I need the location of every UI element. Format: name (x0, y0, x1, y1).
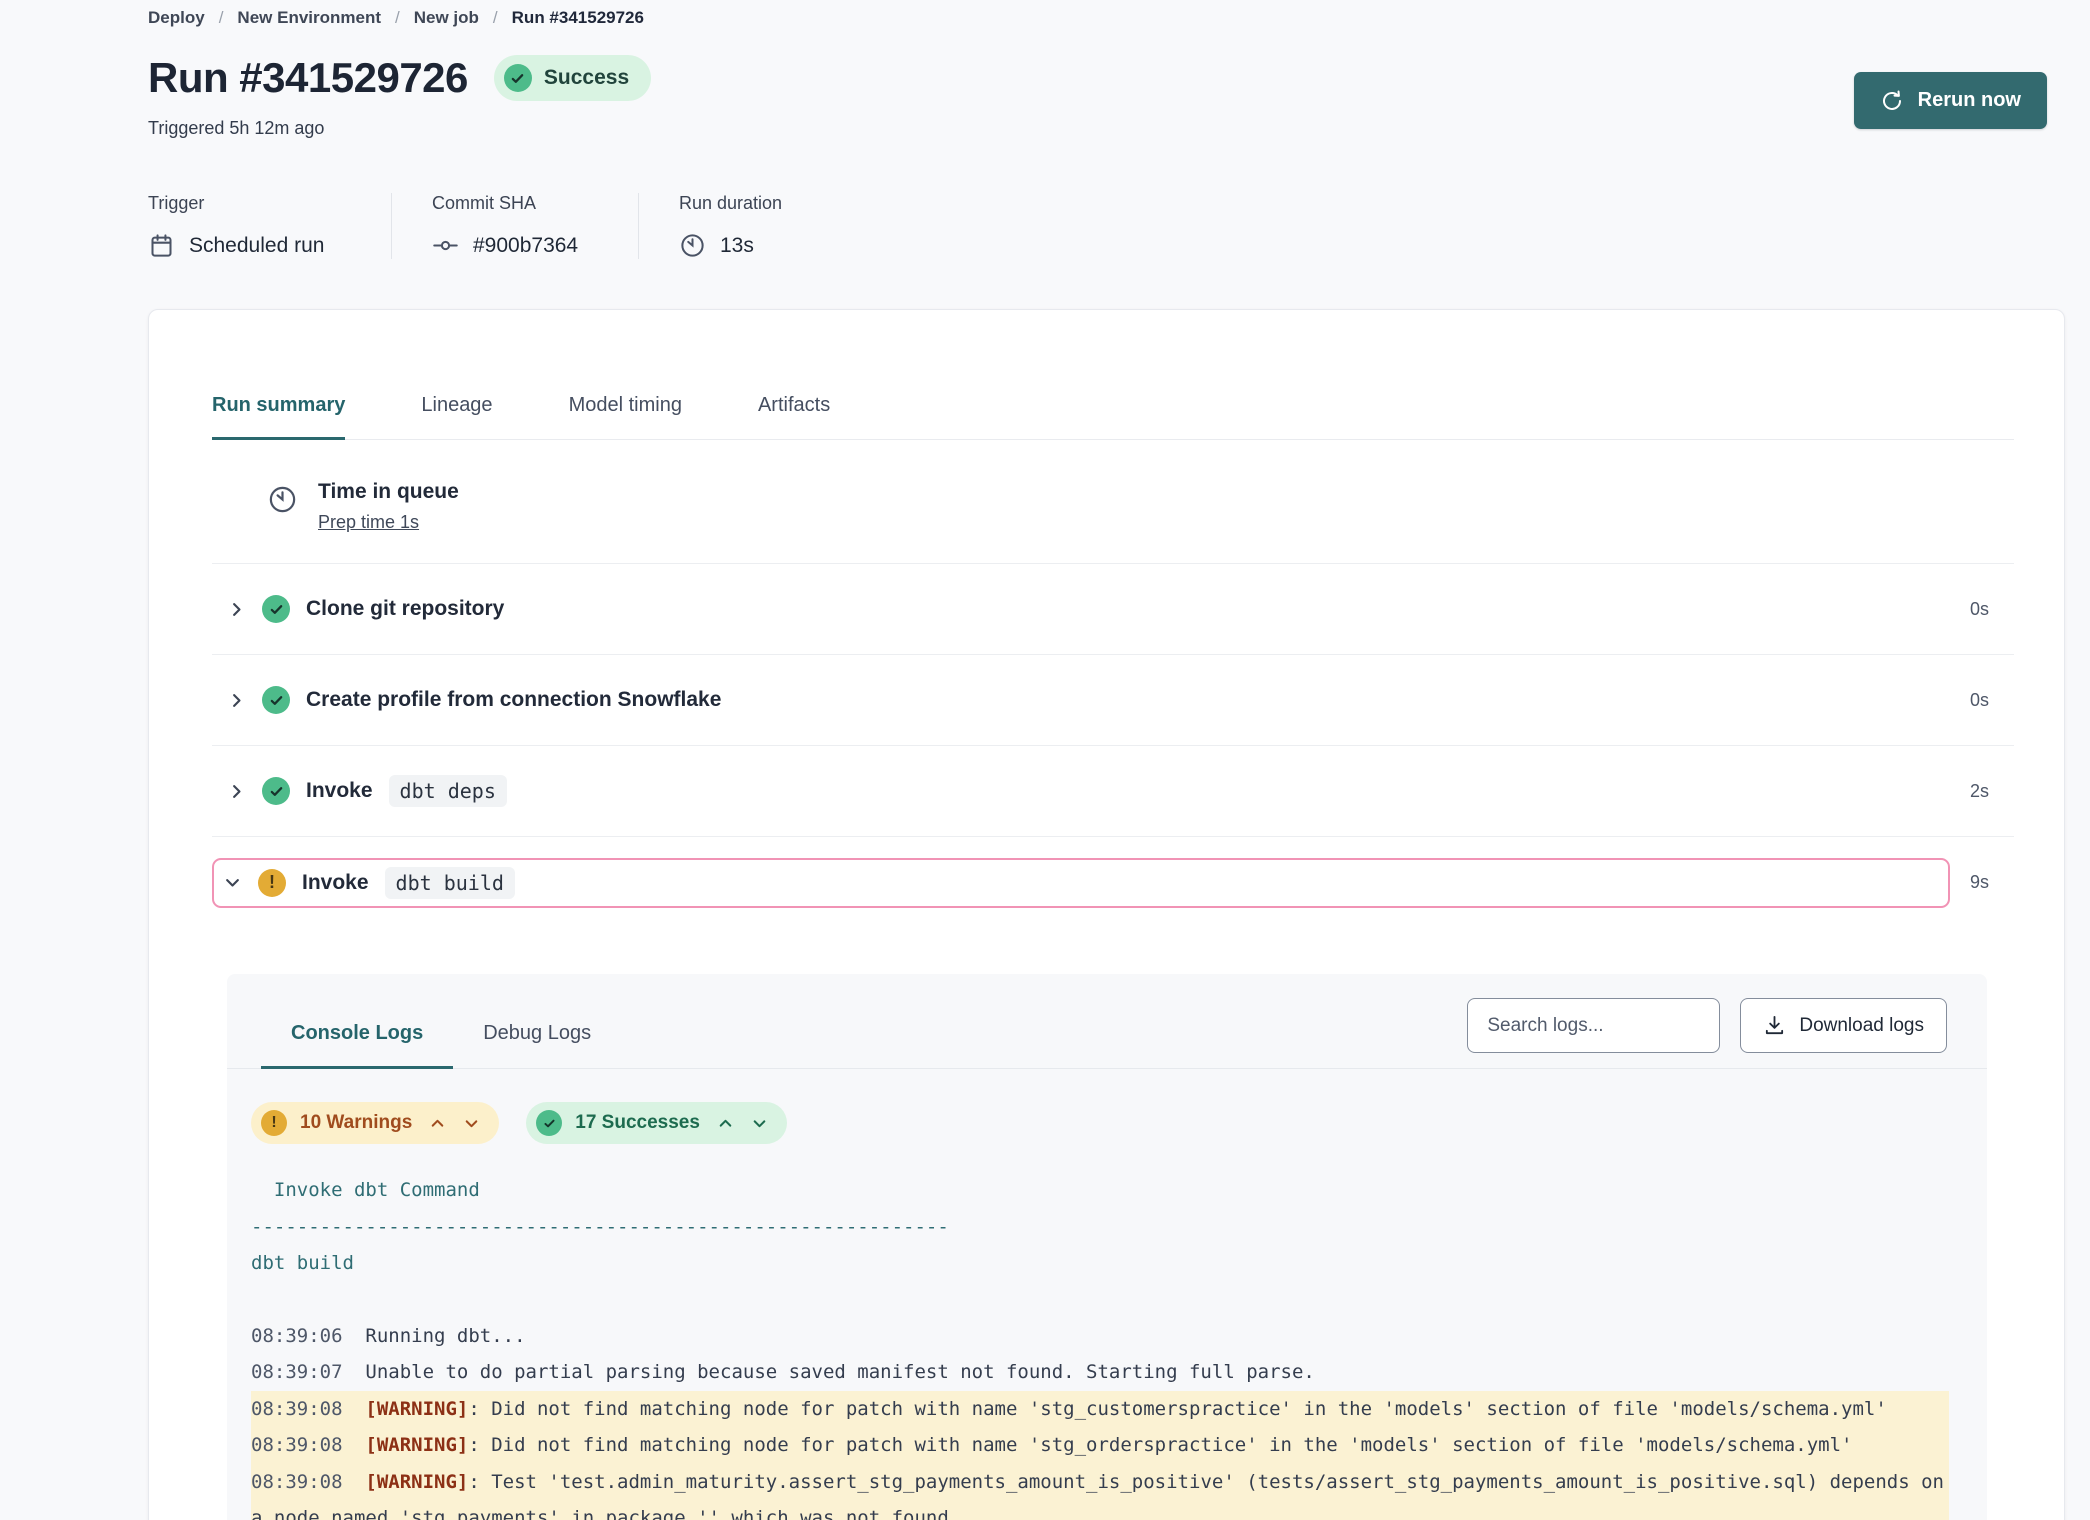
clock-icon (679, 232, 706, 259)
commit-label: Commit SHA (432, 193, 598, 214)
success-check-icon (262, 777, 290, 805)
run-tabs: Run summary Lineage Model timing Artifac… (212, 394, 2014, 440)
run-duration-value: 13s (720, 234, 754, 258)
breadcrumb: Deploy / New Environment / New job / Run… (148, 6, 2065, 28)
step-duration: 2s (1950, 781, 1989, 802)
log-line-warning: 08:39:08 [WARNING]: Did not find matchin… (251, 1427, 1949, 1464)
step-row-dbt-build[interactable]: ! Invoke dbt build 9s (212, 837, 2014, 928)
run-summary-card: Run summary Lineage Model timing Artifac… (148, 309, 2065, 1520)
commit-icon (432, 232, 459, 259)
warning-icon: ! (258, 869, 286, 897)
step-command-chip: dbt deps (389, 775, 507, 807)
trigger-value: Scheduled run (189, 234, 324, 258)
download-icon (1763, 1014, 1786, 1037)
breadcrumb-separator: / (395, 8, 400, 28)
step-row-create-profile[interactable]: Create profile from connection Snowflake… (212, 655, 2014, 746)
success-check-icon (262, 595, 290, 623)
step-label: Create profile from connection Snowflake (306, 688, 721, 712)
chevron-down-icon[interactable] (463, 1115, 480, 1132)
step-row-dbt-deps[interactable]: Invoke dbt deps 2s (212, 746, 2014, 837)
chevron-right-icon[interactable] (227, 691, 246, 710)
successes-badge-label: 17 Successes (575, 1112, 700, 1134)
meta-commit: Commit SHA #900b7364 (392, 193, 639, 259)
log-line: 08:39:06 Running dbt... (251, 1318, 1949, 1355)
step-duration: 0s (1950, 599, 1989, 620)
breadcrumb-deploy[interactable]: Deploy (148, 8, 205, 28)
commit-sha-value: #900b7364 (473, 234, 578, 258)
chevron-right-icon[interactable] (227, 600, 246, 619)
tab-model-timing[interactable]: Model timing (569, 394, 682, 440)
calendar-icon (148, 232, 175, 259)
search-logs-input[interactable] (1467, 998, 1720, 1053)
time-in-queue-section: Time in queue Prep time 1s (212, 440, 2014, 564)
clock-icon (267, 484, 298, 515)
breadcrumb-separator: / (219, 8, 224, 28)
warning-icon: ! (261, 1110, 287, 1136)
refresh-icon (1880, 89, 1904, 113)
step-command-chip: dbt build (385, 867, 515, 899)
run-page: Deploy / New Environment / New job / Run… (0, 0, 2090, 1520)
log-line: 08:39:07 Unable to do partial parsing be… (251, 1354, 1949, 1391)
page-title: Run #341529726 (148, 54, 468, 102)
trigger-label: Trigger (148, 193, 351, 214)
download-logs-button[interactable]: Download logs (1740, 998, 1947, 1053)
chevron-up-icon[interactable] (717, 1115, 734, 1132)
chevron-down-icon[interactable] (223, 873, 242, 892)
log-line: Invoke dbt Command (251, 1172, 1949, 1209)
chevron-right-icon[interactable] (227, 782, 246, 801)
log-line (251, 1282, 1949, 1318)
status-badge: Success (494, 55, 651, 101)
console-panel: Console Logs Debug Logs Download logs ! … (227, 974, 1987, 1520)
rerun-now-label: Rerun now (1918, 89, 2021, 112)
meta-duration: Run duration 13s (639, 193, 822, 259)
success-check-icon (536, 1110, 562, 1136)
log-line-warning: 08:39:08 [WARNING]: Test 'test.admin_mat… (251, 1464, 1949, 1520)
prep-time-link[interactable]: Prep time 1s (318, 512, 419, 533)
breadcrumb-separator: / (493, 8, 498, 28)
console-log-output: Invoke dbt Command ---------------------… (227, 1144, 1987, 1520)
step-label: Clone git repository (306, 597, 504, 621)
step-duration: 9s (1950, 872, 1989, 893)
chevron-down-icon[interactable] (751, 1115, 768, 1132)
console-actions: Download logs (1467, 998, 1947, 1068)
tab-debug-logs[interactable]: Debug Logs (453, 1022, 621, 1069)
breadcrumb-job[interactable]: New job (414, 8, 479, 28)
run-metadata: Trigger Scheduled run Commit SHA #900b73… (148, 193, 2065, 259)
tab-lineage[interactable]: Lineage (421, 394, 492, 440)
log-line: dbt build (251, 1245, 1949, 1282)
successes-badge[interactable]: 17 Successes (526, 1102, 787, 1144)
log-line-warning: 08:39:08 [WARNING]: Did not find matchin… (251, 1391, 1949, 1428)
tab-console-logs[interactable]: Console Logs (261, 1022, 453, 1069)
title-row: Run #341529726 Success (148, 54, 2065, 102)
download-logs-label: Download logs (1799, 1015, 1924, 1037)
step-row-clone-git[interactable]: Clone git repository 0s (212, 564, 2014, 655)
console-tabs: Console Logs Debug Logs (261, 1022, 621, 1068)
triggered-timestamp: Triggered 5h 12m ago (148, 118, 2065, 139)
step-duration: 0s (1950, 690, 1989, 711)
meta-trigger: Trigger Scheduled run (148, 193, 392, 259)
breadcrumb-current-run: Run #341529726 (512, 8, 644, 28)
step-label: Invoke (302, 871, 369, 895)
rerun-now-button[interactable]: Rerun now (1854, 72, 2047, 129)
tab-artifacts[interactable]: Artifacts (758, 394, 830, 440)
success-check-icon (262, 686, 290, 714)
status-badge-label: Success (544, 66, 629, 90)
log-line: ----------------------------------------… (251, 1209, 1949, 1246)
log-filter-badges: ! 10 Warnings 17 Successes (227, 1069, 1987, 1144)
step-label: Invoke (306, 779, 373, 803)
success-check-icon (504, 64, 532, 92)
queue-title: Time in queue (318, 480, 459, 504)
tab-run-summary[interactable]: Run summary (212, 394, 345, 440)
warnings-badge-label: 10 Warnings (300, 1112, 412, 1134)
warnings-badge[interactable]: ! 10 Warnings (251, 1102, 499, 1144)
duration-label: Run duration (679, 193, 782, 214)
chevron-up-icon[interactable] (429, 1115, 446, 1132)
console-header: Console Logs Debug Logs Download logs (227, 974, 1987, 1069)
breadcrumb-environment[interactable]: New Environment (237, 8, 381, 28)
